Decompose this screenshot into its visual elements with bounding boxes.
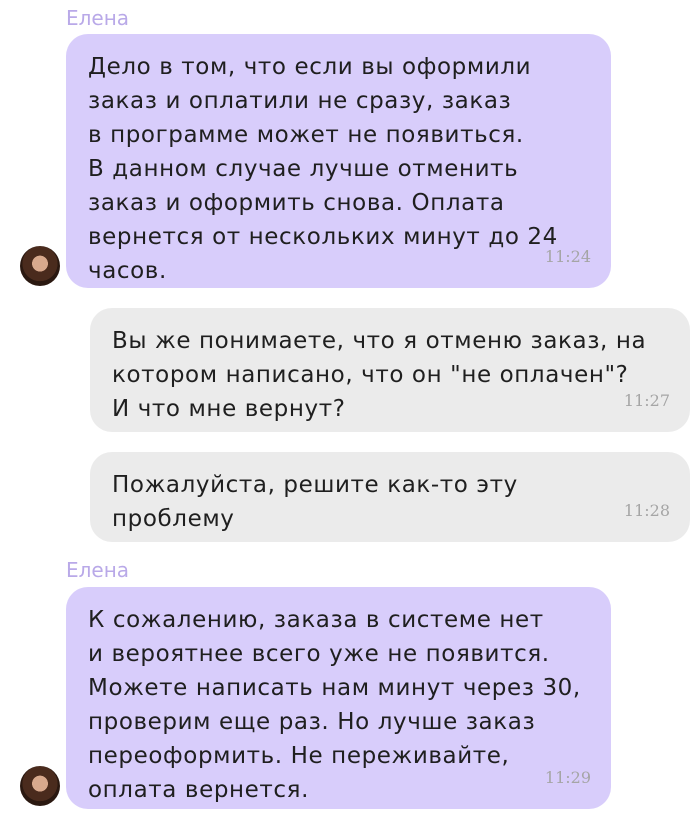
message-text-line: проблему <box>112 506 235 532</box>
message-text-line: Пожалуйста, решите как-то эту <box>112 472 518 498</box>
message-text-line: Можете написать нам минут через 30, <box>88 675 581 701</box>
outgoing-message-bubble[interactable]: Пожалуйста, решите как-то эту проблему 1… <box>90 452 690 542</box>
chat-thread: Елена Дело в том, что если вы оформили з… <box>0 0 700 815</box>
message-text-line: заказ и оплатили не сразу, заказ <box>88 88 512 114</box>
sender-name: Елена <box>66 558 130 582</box>
message-text-line: котором написано, что он "не оплачен"? <box>112 362 629 388</box>
incoming-message-bubble[interactable]: Дело в том, что если вы оформили заказ и… <box>66 34 611 288</box>
outgoing-message-bubble[interactable]: Вы же понимаете, что я отменю заказ, на … <box>90 308 690 432</box>
message-text-line: проверим еще раз. Но лучше заказ <box>88 709 536 735</box>
message-text-line: В данном случае лучше отменить <box>88 156 519 182</box>
message-text-line: И что мне вернут? <box>112 396 346 422</box>
message-text-line: заказ и оформить снова. Оплата <box>88 190 505 216</box>
message-text-line: оплата вернется. <box>88 777 309 803</box>
sender-name: Елена <box>66 6 130 30</box>
message-timestamp: 11:28 <box>623 501 670 520</box>
message-text-line: в программе может не появиться. <box>88 122 524 148</box>
message-timestamp: 11:24 <box>544 247 591 266</box>
agent-avatar-icon[interactable] <box>20 246 60 286</box>
message-text-line: Вы же понимаете, что я отменю заказ, на <box>112 328 647 354</box>
agent-avatar-icon[interactable] <box>20 766 60 806</box>
message-timestamp: 11:29 <box>544 768 591 787</box>
incoming-message-bubble[interactable]: К сожалению, заказа в системе нет и веро… <box>66 587 611 809</box>
message-text-line: переоформить. Не переживайте, <box>88 743 510 769</box>
message-text-line: вернется от нескольких минут до 24 <box>88 224 558 250</box>
message-timestamp: 11:27 <box>623 391 670 410</box>
message-text-line: часов. <box>88 258 167 284</box>
message-text-line: и вероятнее всего уже не появится. <box>88 641 550 667</box>
message-text-line: Дело в том, что если вы оформили <box>88 54 532 80</box>
message-text-line: К сожалению, заказа в системе нет <box>88 607 544 633</box>
